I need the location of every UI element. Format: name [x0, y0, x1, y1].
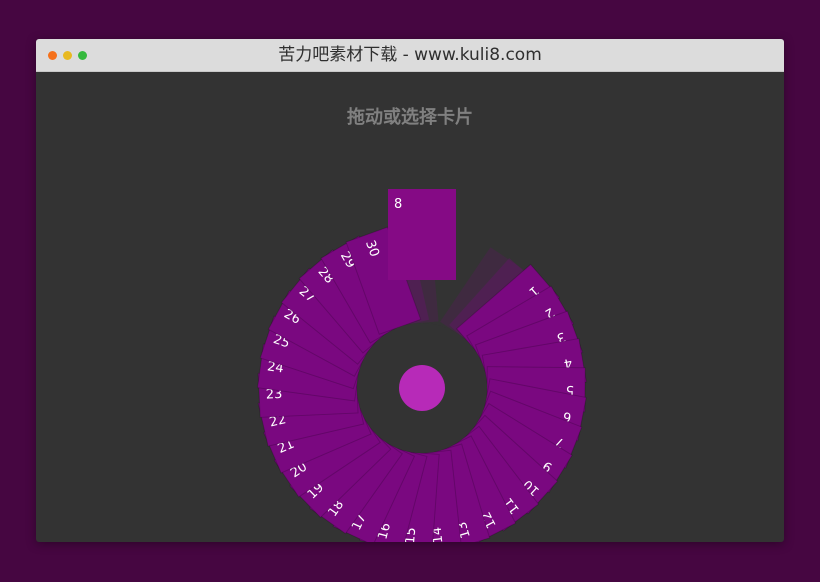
- center-button[interactable]: [399, 365, 445, 411]
- title-bar: 苦力吧素材下载 - www.kuli8.com: [36, 39, 784, 72]
- selected-card-label: 8: [394, 197, 402, 212]
- window-title: 苦力吧素材下载 - www.kuli8.com: [278, 45, 542, 65]
- card-stage: 1 2 3 4 5 6 7 9 10 11 12 13 14 15 16 17 18 19 20 21 22 23 24 25…: [36, 72, 784, 542]
- browser-window: 苦力吧素材下载 - www.kuli8.com 1 2 3 4 5 6 7 9 10 11 12 13…: [36, 39, 784, 542]
- page-heading: 拖动或选择卡片: [347, 107, 473, 128]
- card-wheel[interactable]: 1234567910111213141516171819202122232425…: [36, 72, 784, 542]
- selected-card-slot: 8: [388, 189, 456, 280]
